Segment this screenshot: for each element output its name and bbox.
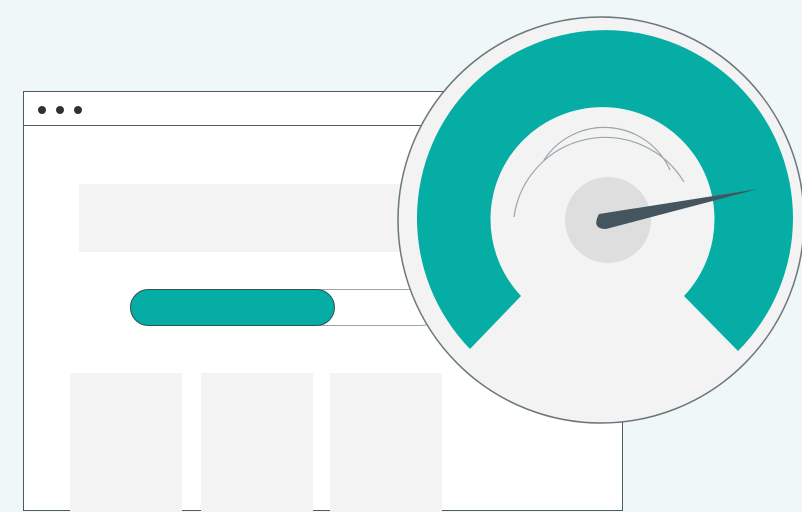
progress-fill: [130, 289, 336, 326]
window-dot-icon: [38, 106, 46, 114]
speedometer-icon: [397, 16, 802, 424]
window-dot-icon: [74, 106, 82, 114]
placeholder-card: [70, 373, 182, 512]
window-dot-icon: [56, 106, 64, 114]
placeholder-hero-block: [79, 184, 439, 252]
placeholder-card: [201, 373, 313, 512]
